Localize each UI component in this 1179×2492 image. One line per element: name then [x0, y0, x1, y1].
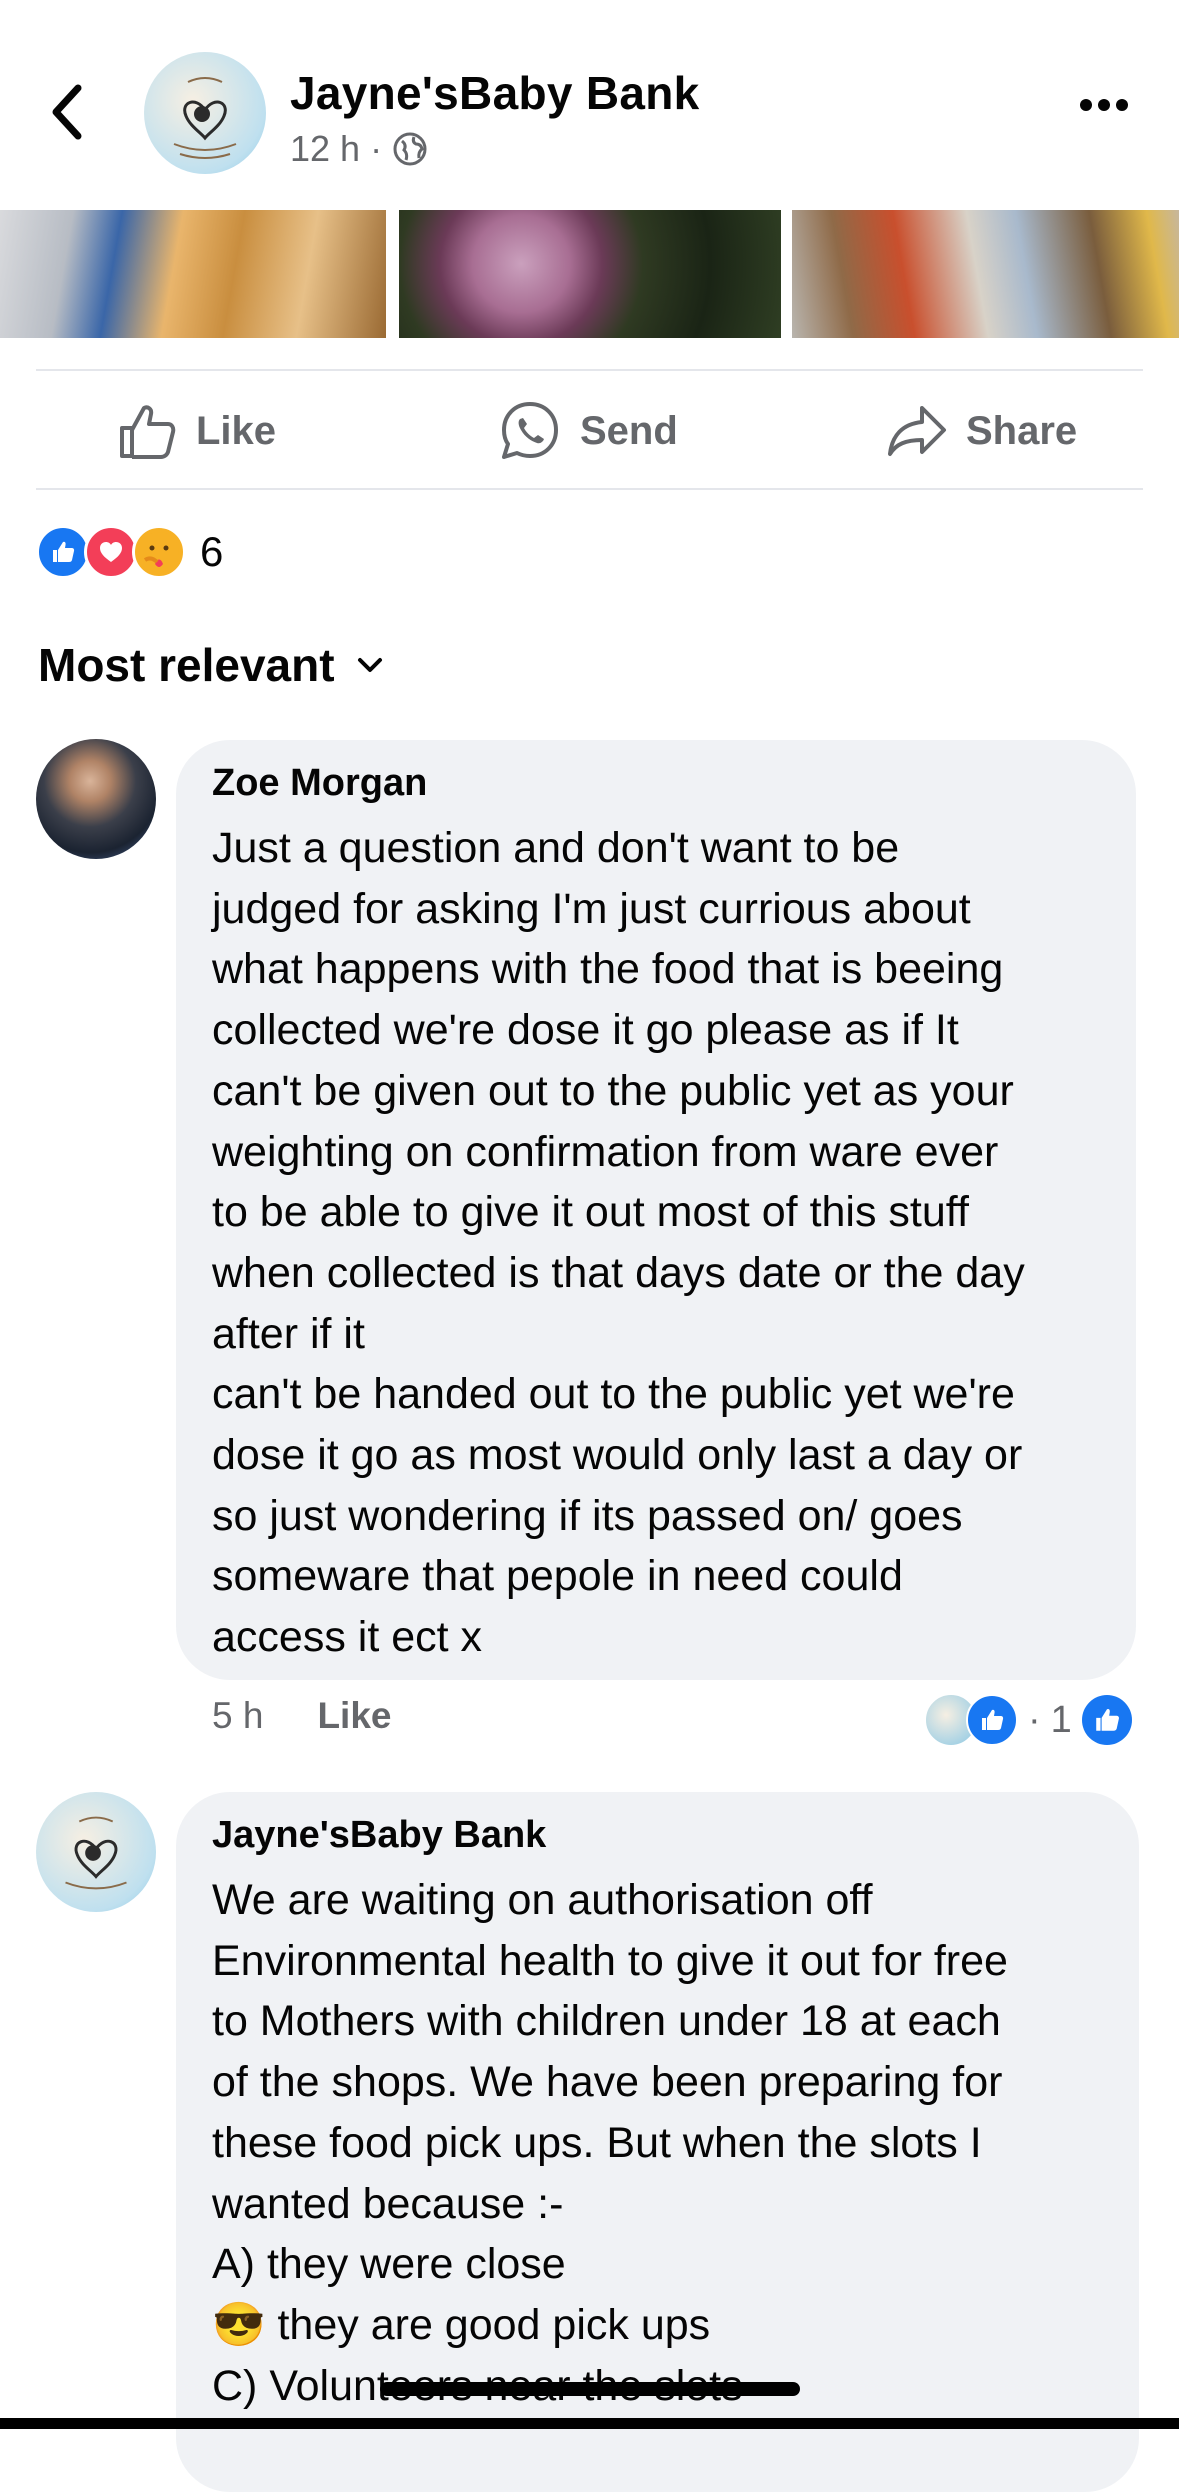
bottom-edge [0, 2418, 1179, 2429]
reaction-separator: · [1028, 1698, 1041, 1741]
love-reaction-icon [84, 525, 138, 579]
whatsapp-icon [502, 402, 558, 459]
comment-author[interactable]: Zoe Morgan [212, 762, 427, 805]
post-time[interactable]: 12 h [290, 128, 360, 170]
divider-bottom [36, 488, 1143, 490]
comment-reactions[interactable]: · 1 [924, 1692, 1132, 1748]
baby-bank-logo-icon [173, 77, 237, 159]
post-header: Jayne'sBaby Bank 12 h · [0, 0, 1179, 210]
comment-time[interactable]: 5 h [212, 1695, 263, 1737]
comment-text: We are waiting on authorisation off Envi… [212, 1876, 1008, 2410]
commenter-avatar-zoe[interactable] [36, 739, 156, 859]
reaction-count: 6 [200, 528, 224, 575]
page-name[interactable]: Jayne'sBaby Bank [290, 66, 700, 120]
more-options-icon[interactable] [1078, 95, 1130, 115]
thumbs-up-icon [120, 405, 176, 459]
divider-top [36, 369, 1143, 371]
reactions-summary[interactable]: 6 [36, 525, 224, 579]
back-chevron-icon[interactable] [48, 82, 88, 142]
comment-like-button[interactable]: Like [317, 1695, 391, 1737]
post-photo-1[interactable] [0, 210, 386, 338]
comment-bubble-1[interactable]: Zoe Morgan Just a question and don't wan… [176, 740, 1136, 1680]
globe-icon [393, 132, 427, 166]
share-button[interactable]: Share [886, 397, 1077, 465]
post-photos [0, 210, 1179, 338]
post-photo-3[interactable] [792, 210, 1179, 338]
post-photo-2[interactable] [399, 210, 781, 338]
comment-author[interactable]: Jayne'sBaby Bank [212, 1814, 546, 1857]
sort-label: Most relevant [38, 639, 335, 691]
like-button[interactable]: Like [116, 397, 276, 465]
comment-sort-dropdown[interactable]: Most relevant [38, 638, 383, 692]
home-indicator[interactable] [380, 2382, 800, 2396]
send-button[interactable]: Send [498, 397, 678, 465]
page-avatar[interactable] [144, 52, 266, 174]
comment-text: Just a question and don't want to be jud… [212, 824, 1025, 1662]
care-reaction-icon [132, 525, 186, 579]
like-reaction-icon [36, 525, 90, 579]
comment-like-count-icon [1081, 1695, 1132, 1745]
share-arrow-icon [888, 406, 946, 456]
commenter-avatar-page[interactable] [36, 1792, 156, 1912]
comment-like-reaction-icon [966, 1694, 1018, 1746]
post-meta: 12 h · [290, 128, 428, 170]
comment-reaction-count: 1 [1050, 1698, 1072, 1741]
like-label: Like [196, 408, 277, 453]
chevron-down-icon [357, 658, 382, 672]
share-label: Share [966, 408, 1078, 453]
comment-footer: 5 h Like [212, 1695, 391, 1737]
meta-separator: · [370, 128, 383, 169]
baby-bank-logo-icon [65, 1816, 127, 1890]
send-label: Send [580, 408, 678, 453]
post-actions: Like Send Share [0, 372, 1179, 490]
